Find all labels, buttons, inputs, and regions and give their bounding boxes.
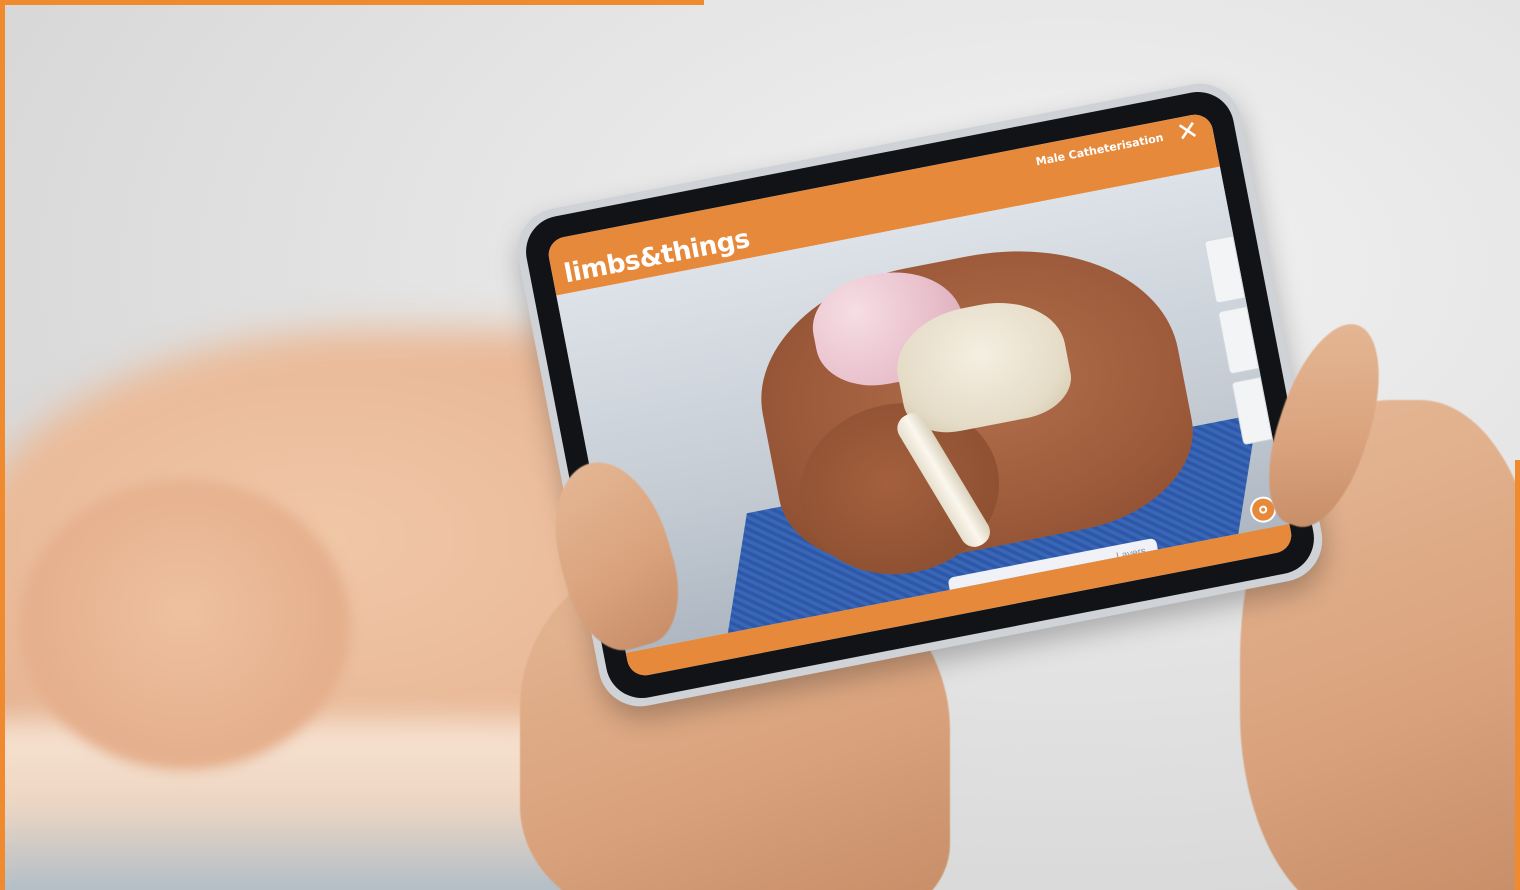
side-tab-1[interactable] [1203,235,1246,304]
background-manikin-leg [20,480,350,770]
procedure-title: Male Catheterisation [1034,130,1165,169]
photo-scene: limbs&things Male Catheterisation ✕ [0,0,1520,890]
orange-frame-right [1515,460,1520,890]
orange-frame-left [0,0,5,890]
close-icon[interactable]: ✕ [1174,115,1201,149]
side-tab-2[interactable] [1217,305,1260,375]
orange-frame-top [0,0,704,5]
